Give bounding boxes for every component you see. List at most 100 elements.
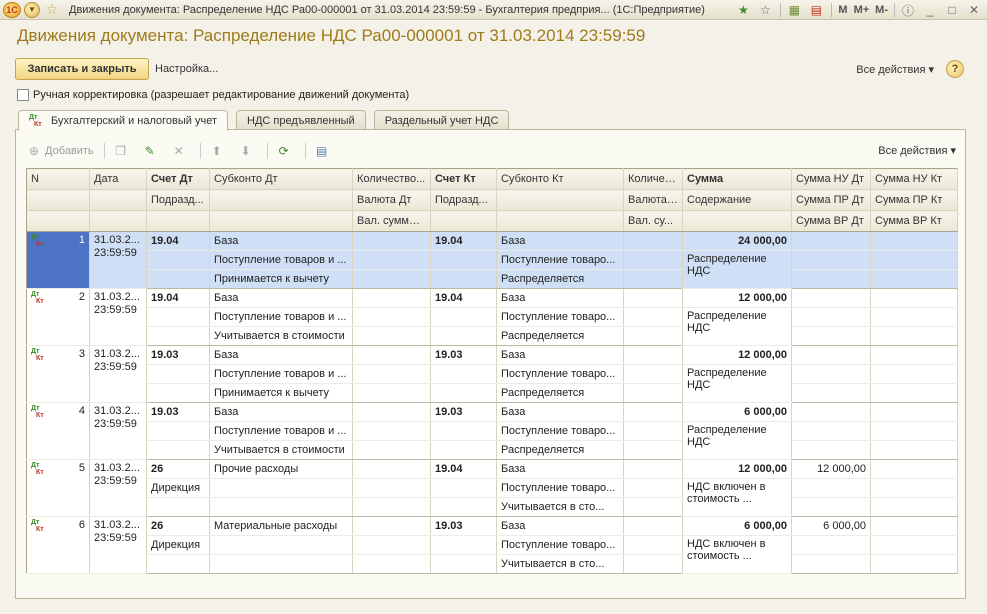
col-sum-nu-kt[interactable]: Сумма НУ Кт <box>870 168 958 190</box>
sum-pr-kt[interactable] <box>870 478 958 498</box>
currency-dt[interactable] <box>352 421 431 441</box>
empty-cell[interactable] <box>430 554 497 574</box>
subconto-dt[interactable]: Учитывается в стоимости <box>209 440 353 460</box>
row-number[interactable]: Дт Кт 2 <box>26 288 90 346</box>
table-row[interactable]: Дт Кт 3 31.03.2... 23:59:59 19.03 База 19.03 Баз… <box>26 345 958 403</box>
cur-sum-kt[interactable] <box>623 383 683 403</box>
sum-vr-dt[interactable] <box>791 269 871 289</box>
currency-kt[interactable] <box>623 478 683 498</box>
table-row[interactable]: Поступление товаров и ... Поступление тов… <box>27 307 958 346</box>
delete-button[interactable]: ✕ <box>171 143 190 159</box>
subconto-dt[interactable]: Принимается к вычету <box>209 383 353 403</box>
cur-sum-kt[interactable] <box>623 554 683 574</box>
sum[interactable]: 24 000,00 <box>682 231 792 251</box>
sum-nu-kt[interactable] <box>870 516 958 536</box>
main-menu-dropdown-icon[interactable]: ▼ <box>24 1 40 18</box>
sum-nu-kt[interactable] <box>870 231 958 251</box>
sum-pr-dt[interactable] <box>791 364 871 384</box>
sum-nu-kt[interactable] <box>870 459 958 479</box>
subconto-dt[interactable]: База <box>209 402 353 422</box>
currency-kt[interactable] <box>623 307 683 327</box>
currency-kt[interactable] <box>623 364 683 384</box>
table-row[interactable]: Дирекция Поступление товаро... НДС включен… <box>27 478 958 517</box>
cur-sum-dt[interactable] <box>352 326 431 346</box>
cur-sum-kt[interactable] <box>623 497 683 517</box>
col-division-kt[interactable]: Подразд... <box>430 189 497 211</box>
subconto-kt[interactable]: База <box>496 516 624 536</box>
quantity-kt[interactable] <box>623 345 683 365</box>
division-dt[interactable] <box>146 307 210 327</box>
currency-kt[interactable] <box>623 421 683 441</box>
quantity-kt[interactable] <box>623 288 683 308</box>
col-n[interactable]: N <box>26 168 90 190</box>
col-subconto-kt[interactable]: Субконто Кт <box>496 168 624 190</box>
subconto-kt[interactable]: База <box>496 459 624 479</box>
table-row[interactable]: Дирекция Поступление товаро... НДС включен… <box>27 535 958 574</box>
cur-sum-kt[interactable] <box>623 326 683 346</box>
row-number[interactable]: Дт Кт 5 <box>26 459 90 517</box>
sum-vr-kt[interactable] <box>870 554 958 574</box>
table-row[interactable]: Дт Кт 4 31.03.2... 23:59:59 19.03 База 19.03 Баз… <box>26 402 958 460</box>
cur-sum-dt[interactable] <box>352 383 431 403</box>
col-content[interactable]: Содержание <box>682 189 792 211</box>
currency-dt[interactable] <box>352 250 431 270</box>
add-button[interactable]: ⊕ Добавить <box>26 143 94 159</box>
division-kt[interactable] <box>430 250 497 270</box>
subconto-kt[interactable]: Поступление товаро... <box>496 307 624 327</box>
empty-cell[interactable] <box>430 326 497 346</box>
sum-vr-kt[interactable] <box>870 326 958 346</box>
subconto-dt[interactable]: Материальные расходы <box>209 516 353 536</box>
currency-dt[interactable] <box>352 307 431 327</box>
row-date[interactable]: 31.03.2... 23:59:59 <box>89 345 147 403</box>
setup-link[interactable]: Настройка... <box>155 63 218 75</box>
table-row[interactable]: Дт Кт 6 31.03.2... 23:59:59 26 Материальные ра… <box>26 516 958 574</box>
subconto-kt[interactable]: Поступление товаро... <box>496 535 624 555</box>
col-cur-sum-dt[interactable]: Вал. сумма ... <box>352 210 431 232</box>
empty-cell[interactable] <box>430 269 497 289</box>
subconto-dt[interactable]: Поступление товаров и ... <box>209 421 353 441</box>
table-row[interactable]: Принимается к вычету Распределяется <box>27 269 958 289</box>
subconto-dt[interactable]: База <box>209 231 353 251</box>
division-dt[interactable] <box>146 250 210 270</box>
division-kt[interactable] <box>430 364 497 384</box>
content[interactable]: НДС включен в стоимость ... <box>682 478 792 517</box>
content[interactable]: Распределение НДС <box>682 364 792 403</box>
account-kt[interactable]: 19.04 <box>430 231 497 251</box>
table-row[interactable]: Дт Кт 1 31.03.2... 23:59:59 19.04 База 19.04 Баз… <box>26 231 958 289</box>
sum-pr-dt[interactable] <box>791 307 871 327</box>
subconto-kt[interactable]: Распределяется <box>496 440 624 460</box>
col-sum-vr-kt[interactable]: Сумма ВР Кт <box>870 210 958 232</box>
table-row[interactable]: Учитывается в сто... <box>27 554 958 574</box>
empty-cell[interactable] <box>430 383 497 403</box>
empty-cell[interactable] <box>430 440 497 460</box>
subconto-kt[interactable]: Распределяется <box>496 326 624 346</box>
cur-sum-dt[interactable] <box>352 554 431 574</box>
sum-nu-kt[interactable] <box>870 345 958 365</box>
division-kt[interactable] <box>430 535 497 555</box>
empty-cell[interactable] <box>146 497 210 517</box>
cur-sum-kt[interactable] <box>623 269 683 289</box>
currency-kt[interactable] <box>623 535 683 555</box>
sum[interactable]: 6 000,00 <box>682 516 792 536</box>
empty-cell[interactable] <box>146 440 210 460</box>
sum-pr-dt[interactable] <box>791 478 871 498</box>
sum-vr-dt[interactable] <box>791 554 871 574</box>
sum-nu-kt[interactable] <box>870 402 958 422</box>
subconto-kt[interactable]: Учитывается в сто... <box>496 497 624 517</box>
table-row[interactable]: Учитывается в стоимости Распределяется <box>27 326 958 346</box>
table-row[interactable]: Дт Кт 2 31.03.2... 23:59:59 19.04 База 19.04 Баз… <box>26 288 958 346</box>
report-button[interactable]: ▤ <box>314 143 333 159</box>
memory-minus-button[interactable]: M- <box>875 4 888 16</box>
col-quantity-dt[interactable]: Количество... <box>352 168 431 190</box>
col-subconto-dt[interactable]: Субконто Дт <box>209 168 353 190</box>
row-number[interactable]: Дт Кт 3 <box>26 345 90 403</box>
sum[interactable]: 12 000,00 <box>682 459 792 479</box>
sum-nu-dt[interactable] <box>791 402 871 422</box>
memory-m-button[interactable]: M <box>838 4 847 16</box>
empty-cell[interactable] <box>146 326 210 346</box>
subconto-kt[interactable]: Поступление товаро... <box>496 364 624 384</box>
subconto-kt[interactable]: База <box>496 288 624 308</box>
account-dt[interactable]: 19.03 <box>146 402 210 422</box>
empty-cell[interactable] <box>146 269 210 289</box>
row-number[interactable]: Дт Кт 1 <box>26 231 90 289</box>
